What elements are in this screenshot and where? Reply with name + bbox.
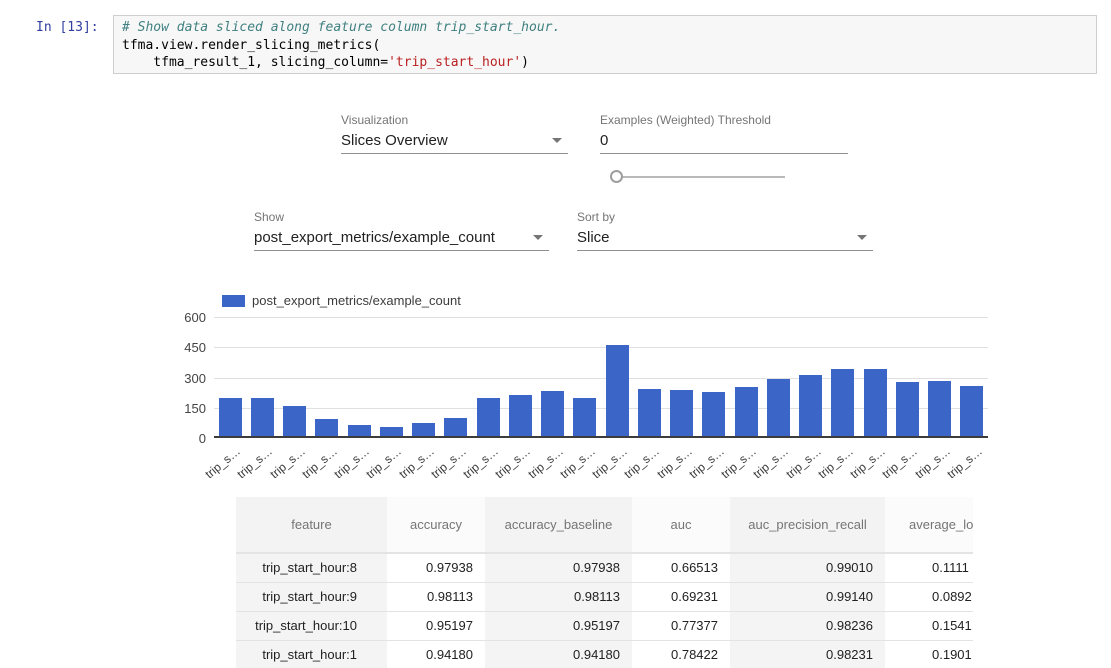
bar[interactable]	[735, 387, 758, 436]
bar[interactable]	[380, 427, 403, 436]
metric-cell: 0.94180	[387, 640, 485, 668]
threshold-slider-handle[interactable]	[610, 170, 623, 183]
cell-prompt: In [13]:	[36, 20, 108, 35]
bar[interactable]	[606, 345, 629, 436]
column-header: average_loss	[885, 497, 973, 553]
bar[interactable]	[638, 389, 661, 436]
x-axis-ticks: trip_s…trip_s…trip_s…trip_s…trip_s…trip_…	[214, 441, 1034, 486]
metric-cell: 0.97938	[387, 553, 485, 582]
metric-cell: 0.0892	[885, 582, 973, 611]
threshold-input[interactable]: 0	[600, 132, 608, 149]
bar[interactable]	[670, 390, 693, 436]
code-line-3-args: tfma_result_1, slicing_column=	[122, 55, 388, 70]
metric-cell: 0.98236	[730, 611, 885, 640]
threshold-slider-track[interactable]	[620, 176, 785, 178]
code-comment: # Show data sliced along feature column …	[122, 19, 1088, 37]
metric-cell: 0.98231	[730, 640, 885, 668]
metric-cell: 0.77377	[632, 611, 730, 640]
metric-cell: 0.1901	[885, 640, 973, 668]
show-dropdown[interactable]: post_export_metrics/example_count	[254, 229, 495, 246]
threshold-label: Examples (Weighted) Threshold	[600, 113, 771, 127]
table-header-row: featureaccuracyaccuracy_baselineaucauc_p…	[236, 497, 973, 553]
bar[interactable]	[315, 419, 338, 436]
bar[interactable]	[283, 406, 306, 436]
bar[interactable]	[767, 379, 790, 436]
legend-label: post_export_metrics/example_count	[252, 293, 461, 308]
bar[interactable]	[219, 398, 242, 436]
bar[interactable]	[573, 398, 596, 436]
code-editor[interactable]: # Show data sliced along feature column …	[113, 15, 1097, 74]
feature-cell: trip_start_hour:9	[236, 582, 387, 611]
column-header: auc_precision_recall	[730, 497, 885, 553]
threshold-underline	[600, 153, 848, 154]
sort-by-underline	[577, 250, 873, 251]
metric-cell: 0.98113	[485, 582, 632, 611]
bar[interactable]	[928, 381, 951, 436]
sort-by-dropdown[interactable]: Slice	[577, 229, 610, 246]
bar[interactable]	[509, 395, 532, 436]
show-underline	[254, 250, 549, 251]
gridline	[214, 317, 988, 318]
visualization-dropdown-arrow-icon[interactable]	[552, 138, 562, 143]
bar[interactable]	[799, 375, 822, 436]
code-line-3: tfma_result_1, slicing_column='trip_star…	[122, 54, 1088, 72]
bar[interactable]	[960, 386, 983, 436]
y-axis-ticks: 0150300450600	[150, 317, 206, 438]
table-row: trip_start_hour:10.941800.941800.784220.…	[236, 640, 973, 668]
bar[interactable]	[896, 382, 919, 436]
bar[interactable]	[412, 423, 435, 436]
y-tick-label: 450	[150, 340, 206, 355]
metric-cell: 0.95197	[387, 611, 485, 640]
metric-cell: 0.1111	[885, 553, 973, 582]
y-tick-label: 0	[150, 431, 206, 446]
feature-cell: trip_start_hour:1	[236, 640, 387, 668]
bar[interactable]	[477, 398, 500, 436]
table-row: trip_start_hour:80.979380.979380.665130.…	[236, 553, 973, 582]
show-label: Show	[254, 210, 284, 224]
bar[interactable]	[251, 398, 274, 436]
table-row: trip_start_hour:90.981130.981130.692310.…	[236, 582, 973, 611]
bar-chart-plot-area	[214, 317, 988, 438]
column-header: auc	[632, 497, 730, 553]
bar[interactable]	[444, 418, 467, 436]
feature-cell: trip_start_hour:10	[236, 611, 387, 640]
visualization-dropdown[interactable]: Slices Overview	[341, 132, 448, 149]
metric-cell: 0.99140	[730, 582, 885, 611]
metric-cell: 0.69231	[632, 582, 730, 611]
y-tick-label: 600	[150, 310, 206, 325]
visualization-label: Visualization	[341, 113, 408, 127]
visualization-underline	[341, 153, 568, 154]
column-header: feature	[236, 497, 387, 553]
metrics-table: featureaccuracyaccuracy_baselineaucauc_p…	[236, 497, 973, 668]
column-header: accuracy_baseline	[485, 497, 632, 553]
bar[interactable]	[348, 425, 371, 436]
bar[interactable]	[541, 391, 564, 436]
gridline	[214, 347, 988, 348]
metric-cell: 0.98113	[387, 582, 485, 611]
code-line-3-close: )	[521, 55, 529, 70]
x-axis-line	[214, 436, 988, 438]
metric-cell: 0.97938	[485, 553, 632, 582]
metric-cell: 0.1541	[885, 611, 973, 640]
metric-cell: 0.99010	[730, 553, 885, 582]
show-dropdown-arrow-icon[interactable]	[533, 235, 543, 240]
bar[interactable]	[702, 392, 725, 436]
y-tick-label: 150	[150, 401, 206, 416]
table-row: trip_start_hour:100.951970.951970.773770…	[236, 611, 973, 640]
column-header: accuracy	[387, 497, 485, 553]
code-line-2: tfma.view.render_slicing_metrics(	[122, 37, 1088, 55]
y-tick-label: 300	[150, 371, 206, 386]
metric-cell: 0.95197	[485, 611, 632, 640]
legend-swatch	[222, 295, 245, 307]
bar[interactable]	[831, 369, 854, 436]
feature-cell: trip_start_hour:8	[236, 553, 387, 582]
metric-cell: 0.78422	[632, 640, 730, 668]
bar[interactable]	[864, 369, 887, 436]
metric-cell: 0.66513	[632, 553, 730, 582]
code-string-literal: 'trip_start_hour'	[388, 55, 521, 70]
metrics-table-container[interactable]: featureaccuracyaccuracy_baselineaucauc_p…	[236, 497, 973, 668]
sort-by-label: Sort by	[577, 210, 615, 224]
metric-cell: 0.94180	[485, 640, 632, 668]
sort-by-dropdown-arrow-icon[interactable]	[857, 235, 867, 240]
